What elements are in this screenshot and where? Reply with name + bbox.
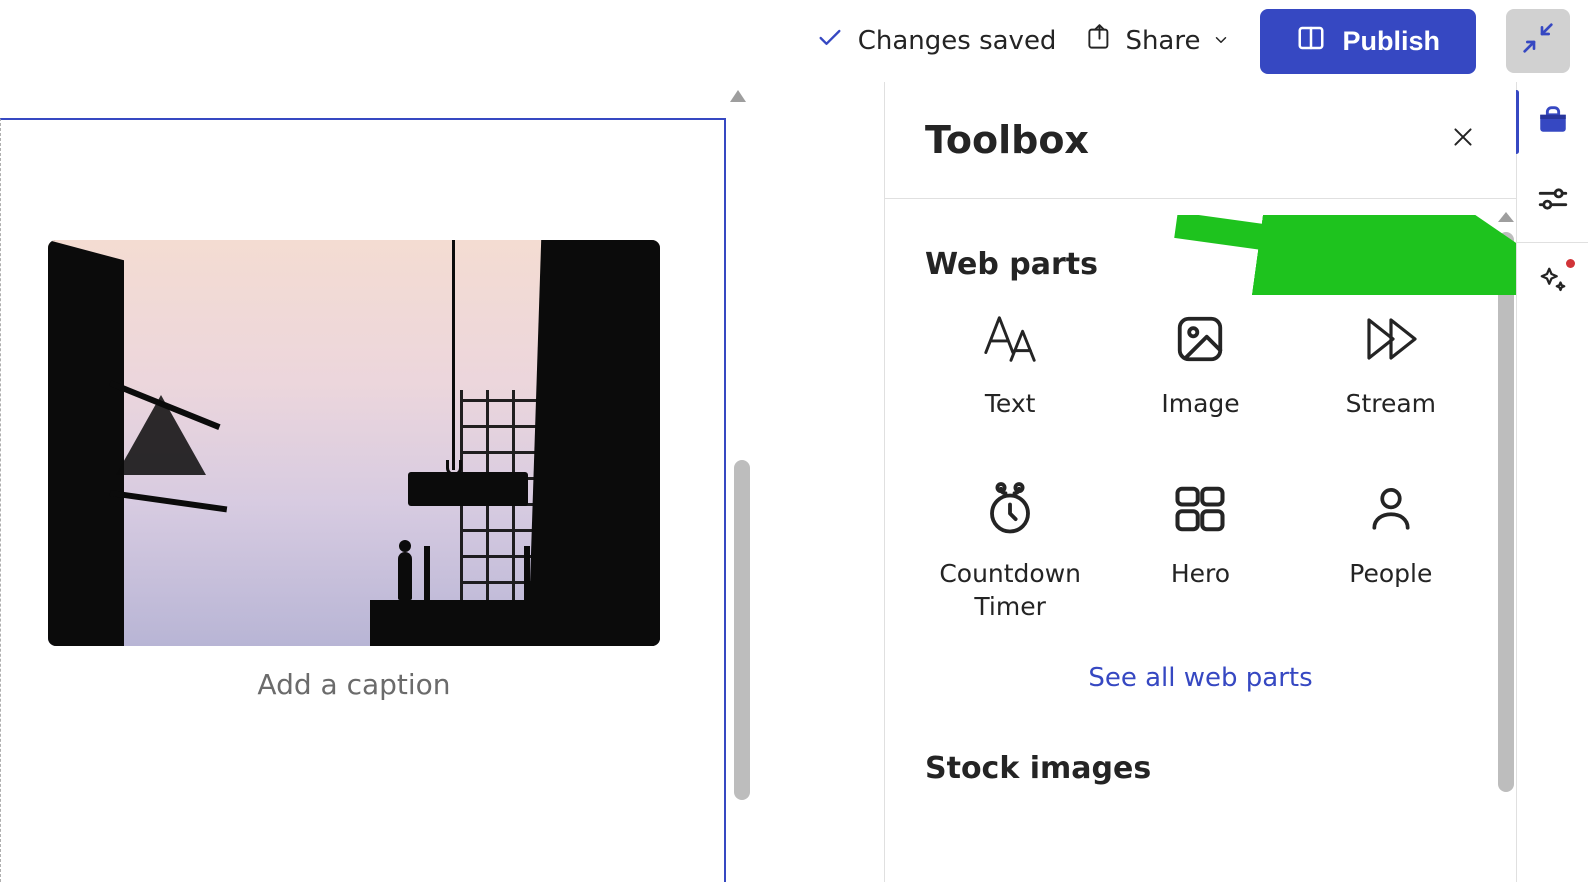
notification-dot-icon xyxy=(1566,259,1575,268)
webpart-image[interactable]: Image xyxy=(1115,312,1285,432)
image-webpart[interactable]: Add a caption xyxy=(48,240,660,701)
share-button[interactable]: Share xyxy=(1086,24,1230,58)
webpart-label: Stream xyxy=(1346,388,1436,421)
chevron-down-icon xyxy=(1212,26,1230,56)
save-status-label: Changes saved xyxy=(858,26,1057,56)
image-caption-input[interactable]: Add a caption xyxy=(48,668,660,701)
scroll-up-icon xyxy=(1498,212,1514,222)
see-all-webparts-link[interactable]: See all web parts xyxy=(925,663,1476,693)
webparts-grid: Text Image xyxy=(925,312,1476,623)
panel-body: Web parts Text xyxy=(885,199,1516,816)
command-bar: Changes saved Share Publish xyxy=(816,0,1588,82)
toolbox-panel: Toolbox Web parts Text xyxy=(884,82,1516,882)
webpart-label: Countdown Timer xyxy=(925,558,1095,623)
sliders-icon xyxy=(1536,182,1570,222)
save-status: Changes saved xyxy=(816,24,1057,59)
text-aa-icon xyxy=(980,312,1040,366)
collapse-icon xyxy=(1522,22,1554,60)
webpart-label: People xyxy=(1349,558,1432,591)
webpart-countdown-timer[interactable]: Countdown Timer xyxy=(925,482,1095,623)
scroll-thumb[interactable] xyxy=(734,460,750,800)
stock-images-heading: Stock images xyxy=(925,751,1476,786)
panel-close-button[interactable] xyxy=(1450,124,1476,156)
scroll-thumb[interactable] xyxy=(1498,232,1514,792)
reading-view-icon xyxy=(1296,23,1326,60)
webpart-label: Hero xyxy=(1171,558,1230,591)
page-canvas: Add a caption xyxy=(0,82,752,882)
check-icon xyxy=(816,24,844,59)
webpart-label: Text xyxy=(985,388,1036,421)
webpart-text[interactable]: Text xyxy=(925,312,1095,432)
share-label: Share xyxy=(1125,26,1200,56)
panel-title: Toolbox xyxy=(925,118,1089,162)
close-icon xyxy=(1450,128,1476,156)
collapse-panel-button[interactable] xyxy=(1506,9,1570,73)
canvas-scroll-up[interactable] xyxy=(724,82,752,110)
canvas-scrollbar[interactable] xyxy=(734,110,750,854)
publish-button[interactable]: Publish xyxy=(1260,9,1476,74)
side-rail xyxy=(1516,82,1588,882)
toolbox-icon xyxy=(1536,102,1570,142)
webpart-hero[interactable]: Hero xyxy=(1115,482,1285,623)
panel-header: Toolbox xyxy=(885,82,1516,199)
people-icon xyxy=(1361,482,1421,536)
rail-item-toolbox[interactable] xyxy=(1517,82,1588,162)
webpart-label: Image xyxy=(1161,388,1239,421)
webparts-heading: Web parts xyxy=(925,247,1476,282)
sparkle-icon xyxy=(1538,265,1568,301)
image-content xyxy=(48,240,660,646)
rail-item-settings[interactable] xyxy=(1517,162,1588,242)
webpart-stream[interactable]: Stream xyxy=(1306,312,1476,432)
webpart-people[interactable]: People xyxy=(1306,482,1476,623)
panel-scrollbar[interactable] xyxy=(1498,212,1514,872)
share-icon xyxy=(1086,24,1113,58)
image-icon xyxy=(1170,312,1230,366)
stream-icon xyxy=(1361,312,1421,366)
hero-icon xyxy=(1170,482,1230,536)
publish-label: Publish xyxy=(1342,26,1440,57)
rail-item-copilot[interactable] xyxy=(1517,243,1588,323)
timer-icon xyxy=(980,482,1040,536)
